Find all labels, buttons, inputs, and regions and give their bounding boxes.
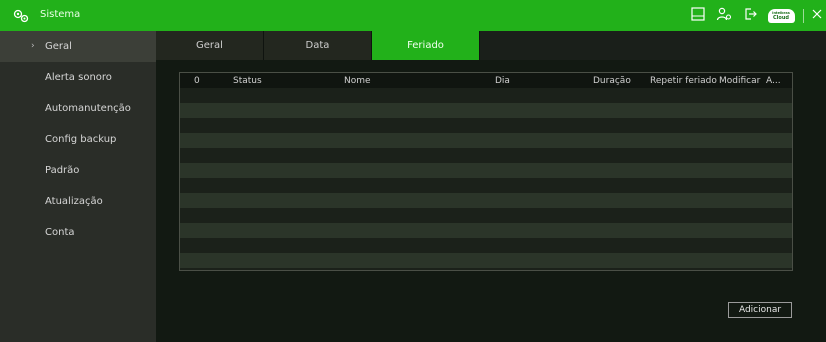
window-title: Sistema: [40, 9, 81, 20]
faq-icon: [691, 7, 705, 24]
main-panel: Geral Data Feriado 0 Status Nome Dia Dur…: [156, 31, 826, 342]
cloud-button[interactable]: Intelbras Cloud: [763, 0, 799, 31]
logout-button[interactable]: [737, 0, 763, 31]
table-row: [180, 118, 792, 133]
tab-feriado[interactable]: Feriado: [372, 31, 480, 60]
table-row: [180, 208, 792, 223]
sidebar-item-config-backup[interactable]: Config backup: [0, 124, 156, 155]
add-button[interactable]: Adicionar: [728, 302, 792, 318]
cloud-icon: Intelbras Cloud: [767, 8, 795, 23]
tab-label: Data: [305, 40, 330, 51]
tab-geral[interactable]: Geral: [156, 31, 264, 60]
table-row: [180, 238, 792, 253]
sidebar-item-label: Config backup: [45, 134, 117, 145]
sidebar-item-alerta-sonoro[interactable]: Alerta sonoro: [0, 62, 156, 93]
sidebar-item-conta[interactable]: Conta: [0, 217, 156, 248]
table-row: [180, 223, 792, 238]
title-bar-actions: Intelbras Cloud: [685, 0, 826, 31]
sidebar: › Geral Alerta sonoro Automanutenção Con…: [0, 31, 156, 342]
sidebar-item-padrao[interactable]: Padrão: [0, 155, 156, 186]
system-gears-icon: [12, 9, 30, 23]
column-header-dia[interactable]: Dia: [495, 76, 510, 86]
sidebar-item-label: Atualização: [45, 196, 103, 207]
table-row: [180, 148, 792, 163]
sidebar-item-label: Alerta sonoro: [45, 72, 112, 83]
holiday-table: 0 Status Nome Dia Duração Repetir feriad…: [179, 72, 793, 271]
table-header: 0 Status Nome Dia Duração Repetir feriad…: [180, 73, 792, 88]
sidebar-item-label: Geral: [45, 41, 72, 52]
column-header-repetir-feriado[interactable]: Repetir feriado: [650, 76, 717, 86]
table-row: [180, 103, 792, 118]
table-row: [180, 163, 792, 178]
column-header-status[interactable]: Status: [233, 76, 262, 86]
logout-icon: [743, 7, 757, 24]
sidebar-item-label: Conta: [45, 227, 75, 238]
user-settings-button[interactable]: [711, 0, 737, 31]
faq-button[interactable]: [685, 0, 711, 31]
sidebar-item-label: Padrão: [45, 165, 80, 176]
table-row: [180, 88, 792, 103]
title-bar: Sistema Intelbras Cloud: [0, 0, 826, 31]
table-row: [180, 253, 792, 268]
column-header-modificar[interactable]: Modificar: [719, 76, 760, 86]
column-header-apagar[interactable]: A...: [766, 76, 781, 86]
sidebar-item-label: Automanutenção: [45, 103, 131, 114]
sidebar-item-geral[interactable]: › Geral: [0, 31, 156, 62]
tab-data[interactable]: Data: [264, 31, 372, 60]
user-settings-icon: [716, 7, 732, 24]
cloud-badge-text: Intelbras Cloud: [772, 11, 790, 21]
table-row: [180, 178, 792, 193]
sidebar-item-automanutencao[interactable]: Automanutenção: [0, 93, 156, 124]
cloud-badge-bottom: Cloud: [773, 14, 789, 21]
column-header-nome[interactable]: Nome: [344, 76, 371, 86]
sidebar-item-atualizacao[interactable]: Atualização: [0, 186, 156, 217]
table-row: [180, 133, 792, 148]
tab-bar: Geral Data Feriado: [156, 31, 826, 60]
tab-label: Feriado: [407, 40, 444, 51]
tab-label: Geral: [196, 40, 223, 51]
column-header-duracao[interactable]: Duração: [593, 76, 631, 86]
column-header-index[interactable]: 0: [194, 76, 200, 86]
title-bar-divider: [803, 8, 804, 23]
close-button[interactable]: [808, 0, 826, 31]
close-icon: [812, 9, 822, 22]
table-row: [180, 193, 792, 208]
chevron-right-icon: ›: [31, 41, 35, 51]
